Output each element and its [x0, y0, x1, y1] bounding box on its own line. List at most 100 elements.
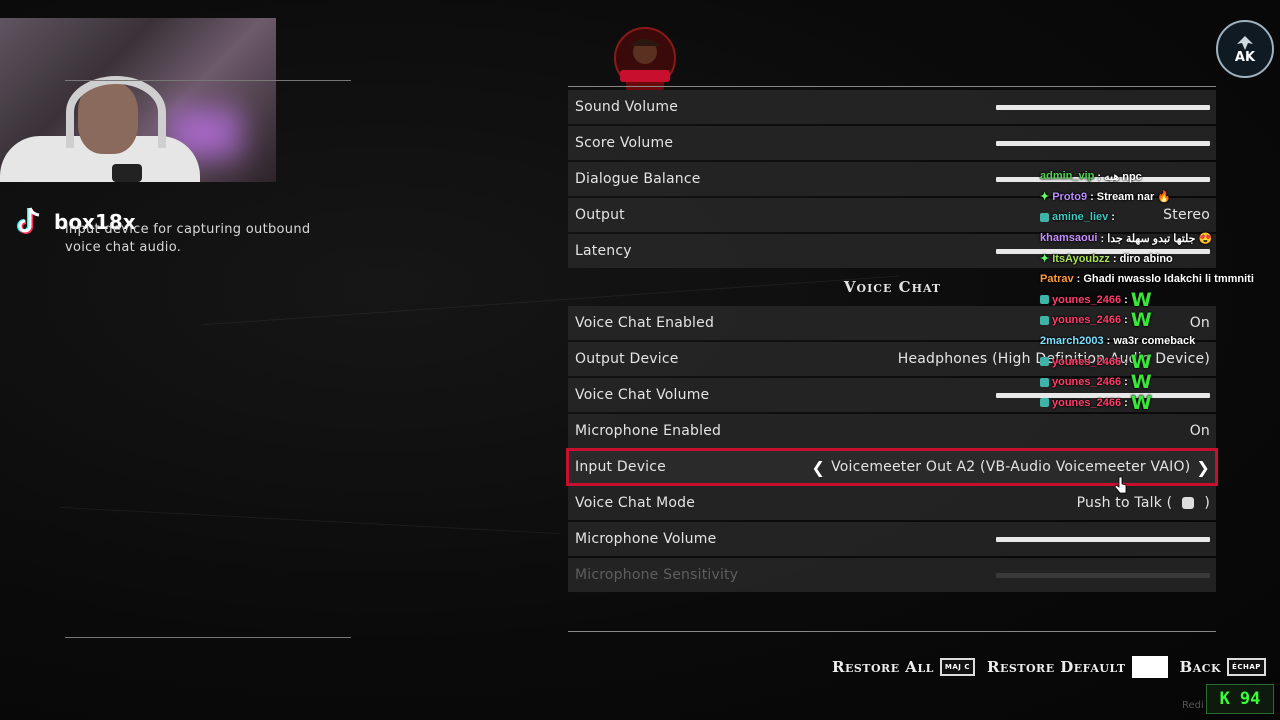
chat-username: admin_vip: [1040, 170, 1095, 183]
watermark: Redi: [1182, 700, 1204, 711]
restore-all-key: MAJ C: [939, 658, 975, 676]
setting-value: Push to Talk (): [1077, 495, 1210, 511]
chat-emote: W: [1130, 391, 1152, 414]
chat-username: younes_2466: [1052, 314, 1122, 327]
setting-value-text: Push to Talk (: [1076, 495, 1173, 511]
chevron-right-icon[interactable]: ❯: [1196, 458, 1210, 477]
setting-label: Microphone Enabled: [575, 423, 722, 439]
setting-label: Output Device: [575, 351, 679, 367]
setting-label: Microphone Sensitivity: [575, 567, 739, 583]
setting-value-text: On: [1189, 423, 1210, 439]
setting-description: input device for capturing outbound voic…: [65, 222, 311, 255]
chat-message: Patrav: Ghadi nwasslo ldakchi li tmmniti: [1040, 269, 1280, 290]
back-label: Back: [1179, 658, 1222, 676]
chat-text: : جلتها تبدو سهلة جدا 😍: [1100, 232, 1213, 245]
sparkle-badge-icon: ✦: [1040, 253, 1050, 266]
setting-label: Sound Volume: [575, 99, 679, 115]
fps-value: 94: [1239, 689, 1261, 709]
chat-text: :: [1124, 376, 1128, 389]
chat-text: :: [1124, 314, 1128, 327]
panel-top-divider: [568, 86, 1216, 87]
tiktok-icon: [16, 206, 44, 238]
setting-value: On: [1190, 423, 1210, 439]
chat-text: :: [1124, 293, 1128, 306]
setting-label: Dialogue Balance: [575, 171, 701, 187]
chat-message: younes_2466: W: [1040, 350, 1280, 373]
settings-row[interactable]: Sound Volume: [568, 90, 1216, 124]
push-to-talk-key-icon: [1182, 497, 1195, 509]
setting-value-suffix: ): [1204, 495, 1210, 511]
subscriber-badge-icon: [1040, 398, 1049, 408]
stream-chat-overlay: admin_vip: هيه npc ✦ Proto9: Stream nar 🔥 a…: [1040, 166, 1280, 414]
spacebar-key-icon: [1131, 656, 1168, 678]
setting-value: ❮ Voicemeeter Out A2 (VB-Audio Voicemeete…: [811, 458, 1210, 477]
volume-slider[interactable]: [996, 536, 1210, 542]
chat-username: ItsAyoubzz: [1052, 252, 1110, 265]
restore-default-button[interactable]: Restore Default: [987, 656, 1168, 678]
chat-username: 2march2003: [1040, 335, 1104, 348]
chat-message: ✦ ItsAyoubzz: diro abino: [1040, 248, 1280, 269]
mouse-cursor-icon: [1115, 476, 1127, 494]
setting-label: Output: [575, 207, 625, 223]
settings-row[interactable]: Microphone Enabled On: [568, 414, 1216, 448]
subscriber-badge-icon: [1040, 212, 1049, 222]
volume-slider: [996, 572, 1210, 578]
setting-value-text: Voicemeeter Out A2 (VB-Audio Voicemeeter…: [831, 459, 1191, 475]
chat-text: :: [1111, 211, 1115, 224]
chat-emote: W: [1130, 350, 1152, 373]
volume-slider[interactable]: [996, 140, 1210, 146]
subscriber-badge-icon: [1040, 315, 1049, 325]
fps-letter: K: [1219, 689, 1230, 709]
chat-username: younes_2466: [1052, 376, 1122, 389]
settings-row[interactable]: Microphone Volume: [568, 522, 1216, 556]
chevron-left-icon[interactable]: ❮: [811, 458, 825, 477]
setting-label: Voice Chat Volume: [575, 387, 710, 403]
chat-username: Proto9: [1052, 190, 1088, 203]
setting-label: Latency: [575, 243, 632, 259]
chat-message: 2march2003: wa3r comeback: [1040, 331, 1280, 352]
chat-message: younes_2466: W: [1040, 391, 1280, 414]
ak-logo: AK: [1216, 20, 1274, 78]
chat-username: amine_liev: [1052, 211, 1109, 224]
volume-slider[interactable]: [996, 104, 1210, 110]
chat-username: younes_2466: [1052, 355, 1122, 368]
sparkle-badge-icon: ✦: [1040, 191, 1050, 204]
restore-all-button[interactable]: Restore All MAJ C: [832, 658, 975, 676]
chat-message: younes_2466: W: [1040, 288, 1280, 311]
divider: [65, 637, 351, 638]
back-button[interactable]: Back ÉCHAP: [1180, 658, 1266, 676]
setting-label: Voice Chat Mode: [575, 495, 696, 511]
chat-text: : wa3r comeback: [1106, 335, 1196, 348]
chat-message: younes_2466: W: [1040, 309, 1280, 332]
settings-row[interactable]: Microphone Sensitivity: [568, 558, 1216, 592]
chat-message: younes_2466: W: [1040, 371, 1280, 394]
chat-message: khamsaoui: جلتها تبدو سهلة جدا 😍: [1040, 228, 1280, 249]
setting-label: Input Device: [575, 459, 666, 475]
restore-all-label: Restore All: [832, 658, 934, 676]
chat-username: khamsaoui: [1040, 232, 1098, 245]
chat-text: : Ghadi nwasslo ldakchi li tmmniti: [1076, 273, 1254, 286]
chat-message: ✦ Proto9: Stream nar 🔥: [1040, 187, 1280, 208]
setting-label: Score Volume: [575, 135, 674, 151]
chat-emote: W: [1130, 288, 1152, 311]
chat-message: amine_liev:: [1040, 207, 1280, 228]
chat-text: : diro abino: [1112, 252, 1173, 265]
footer-actions: Restore All MAJ C Restore Default Back É…: [832, 656, 1266, 678]
divider: [65, 80, 351, 81]
fps-counter: K 94: [1206, 684, 1274, 714]
chat-text: : هيه npc: [1097, 170, 1142, 183]
webcam-feed: [0, 18, 276, 182]
panel-bottom-divider: [568, 631, 1216, 632]
restore-default-label: Restore Default: [986, 658, 1126, 676]
subscriber-badge-icon: [1040, 357, 1049, 367]
chat-username: younes_2466: [1052, 293, 1122, 306]
chat-username: younes_2466: [1052, 396, 1122, 409]
chat-text: :: [1124, 396, 1128, 409]
chat-emote: W: [1130, 371, 1152, 394]
chat-text: :: [1124, 355, 1128, 368]
subscriber-badge-icon: [1040, 377, 1049, 387]
setting-label: Voice Chat Enabled: [575, 315, 715, 331]
chat-emote: W: [1130, 309, 1152, 332]
settings-row[interactable]: Score Volume: [568, 126, 1216, 160]
chat-username: Patrav: [1040, 273, 1074, 286]
